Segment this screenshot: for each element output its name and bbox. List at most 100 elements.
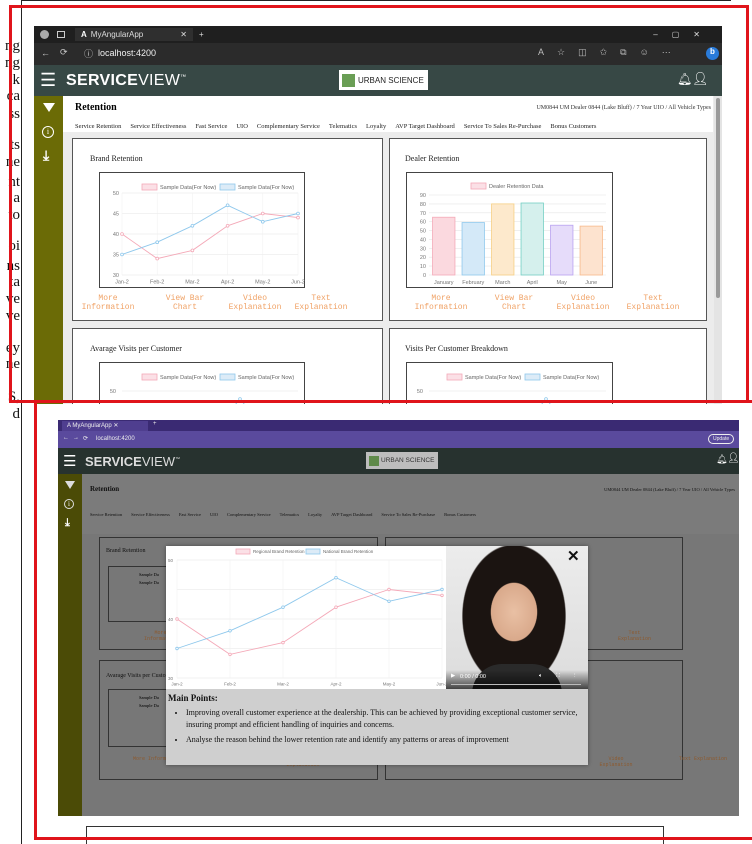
nav-tab-uio[interactable]: UIO [236, 123, 248, 130]
legend-label[interactable]: National Brand Retention [323, 549, 374, 554]
reload-icon[interactable]: ⟳ [60, 47, 68, 58]
notification-icon[interactable]: 🔔︎ [677, 72, 692, 86]
new-tab-icon[interactable]: + [199, 30, 204, 39]
data-point[interactable] [228, 652, 232, 657]
link-view-bar-chart[interactable]: View Bar Chart [484, 294, 544, 312]
nav-tab-service-to-sales-re-purchase[interactable]: Service To Sales Re-Purchase [464, 123, 542, 130]
link-more-information[interactable]: More Information [78, 294, 138, 312]
series-line[interactable] [176, 589, 443, 655]
tab-close-icon[interactable]: ✕ [180, 30, 187, 39]
filter-icon[interactable] [43, 103, 55, 112]
favorite-icon[interactable]: ☆ [557, 47, 578, 57]
notification-icon[interactable]: 🔔︎ [716, 454, 727, 465]
browser-tab[interactable]: A MyAngularApp ✕ [75, 28, 193, 41]
legend-swatch[interactable] [305, 548, 321, 555]
data-point[interactable] [225, 223, 230, 228]
video-explanation-modal[interactable]: Regional Brand Retention National Brand R… [166, 546, 588, 765]
legend-label[interactable]: Regional Brand Retention [253, 549, 305, 554]
data-point[interactable] [296, 211, 300, 216]
data-point[interactable] [296, 215, 300, 220]
series-line[interactable] [121, 213, 299, 260]
download-icon[interactable]: ⤓ [65, 517, 70, 530]
data-point[interactable] [387, 587, 391, 592]
nav-tab-service-retention[interactable]: Service Retention [75, 123, 121, 130]
back-icon[interactable]: ← [63, 435, 69, 441]
data-point[interactable] [261, 211, 265, 216]
legend-label[interactable]: Sample Data(For Now) [238, 375, 294, 381]
feedback-icon[interactable]: ☺ [640, 47, 662, 57]
data-point[interactable] [440, 593, 444, 598]
legend-label[interactable]: Sample Data(For Now) [543, 375, 599, 381]
link-text-explanation[interactable]: Text Explanation [623, 294, 683, 312]
modal-chart[interactable]: Regional Brand Retention National Brand R… [166, 546, 448, 689]
legend-swatch[interactable] [219, 373, 236, 381]
url-field[interactable]: localhost:4200 [98, 48, 156, 58]
data-point[interactable] [175, 646, 179, 651]
video-more-icon[interactable]: ⋮ [572, 673, 578, 679]
back-icon[interactable]: ← [41, 48, 50, 58]
bing-icon[interactable]: b [706, 47, 719, 60]
favorites-icon[interactable]: ✩ [600, 47, 621, 57]
nav-tab-complementary-service[interactable]: Complementary Service [257, 123, 320, 130]
window-close-icon[interactable]: ✕ [693, 30, 714, 39]
series-line[interactable] [121, 204, 299, 255]
nav-tab-avp-target-dashboard[interactable]: AVP Target Dashboard [395, 123, 455, 130]
link-more-information[interactable]: More Information [411, 294, 471, 312]
data-point[interactable] [155, 240, 159, 244]
nav-tab-telematics[interactable]: Telematics [329, 123, 357, 130]
data-point[interactable] [261, 219, 265, 224]
video-progress[interactable] [451, 684, 581, 685]
bar[interactable] [432, 216, 456, 276]
brand-retention-chart[interactable]: Sample Data(For Now) Sample Data(For Now)… [99, 172, 305, 288]
data-point[interactable] [334, 576, 338, 580]
app-logo[interactable]: SERVICEVIEW™ [66, 72, 186, 90]
data-point[interactable] [175, 617, 179, 621]
scrollbar-thumb[interactable] [716, 98, 720, 298]
dealer-retention-chart[interactable]: Dealer Retention Data 0 10 20 30 40 50 60 70 80 90… [406, 172, 613, 288]
data-point[interactable] [120, 252, 124, 257]
legend-label[interactable]: Dealer Retention Data [489, 184, 544, 190]
update-button[interactable]: Update [708, 434, 735, 444]
nav-tab-fast-service[interactable]: Fast Service [179, 512, 201, 517]
bar[interactable] [491, 203, 515, 276]
legend-swatch[interactable] [470, 182, 487, 190]
nav-tab-loyalty[interactable]: Loyalty [366, 123, 386, 130]
more-icon[interactable]: ⋯ [662, 47, 684, 57]
visits-breakdown-chart[interactable]: Sample Data(For Now) Sample Data(For Now)… [406, 362, 613, 404]
maximize-icon[interactable]: ▢ [672, 30, 694, 39]
link-view-bar-chart[interactable]: View Bar Chart [155, 294, 215, 312]
data-point[interactable] [387, 599, 391, 603]
legend-label[interactable]: Sample Data(For Now) [238, 185, 294, 191]
legend-swatch[interactable] [141, 373, 158, 381]
nav-tab-bonus-customers[interactable]: Bonus Customers [550, 123, 596, 130]
play-icon[interactable]: ▶ [451, 673, 455, 679]
tab-actions-icon[interactable] [57, 31, 65, 38]
series-line[interactable] [176, 577, 443, 649]
forward-icon[interactable]: → [73, 435, 79, 441]
legend-swatch[interactable] [141, 183, 158, 191]
nav-tab-bonus-customers[interactable]: Bonus Customers [444, 512, 476, 517]
nav-tab-avp-target-dashboard[interactable]: AVP Target Dashboard [331, 512, 372, 517]
legend-swatch[interactable] [524, 373, 541, 381]
url-field[interactable]: localhost:4200 [96, 436, 135, 442]
profile-icon[interactable] [40, 30, 49, 39]
nav-tab-telematics[interactable]: Telematics [280, 512, 299, 517]
nav-tab-complementary-service[interactable]: Complementary Service [227, 512, 271, 517]
data-point[interactable] [120, 232, 124, 236]
collections-icon[interactable]: ⧉ [620, 47, 639, 57]
hamburger-menu-icon[interactable]: ☰ [63, 452, 76, 470]
avg-visits-chart[interactable]: Sample Data(For Now) Sample Data(For Now)… [99, 362, 305, 404]
bar[interactable] [520, 202, 544, 276]
download-icon[interactable]: ⤓ [43, 149, 49, 165]
nav-tab-service-retention[interactable]: Service Retention [90, 512, 122, 517]
legend-label[interactable]: Sample Data(For Now) [160, 375, 216, 381]
filter-icon[interactable] [65, 481, 75, 489]
link-text-explanation[interactable]: Text Explanation [291, 294, 351, 312]
data-point[interactable] [225, 203, 230, 208]
nav-tab-loyalty[interactable]: Loyalty [308, 512, 322, 517]
nav-tab-fast-service[interactable]: Fast Service [195, 123, 227, 130]
hamburger-menu-icon[interactable]: ☰ [40, 71, 56, 89]
app-logo[interactable]: SERVICEVIEW™ [85, 454, 180, 469]
nav-tab-service-to-sales-re-purchase[interactable]: Service To Sales Re-Purchase [381, 512, 435, 517]
video-player[interactable]: ✕ ▶ 0:00 / 0:00 🔈︎ ⛶ ⋮ [446, 546, 588, 689]
